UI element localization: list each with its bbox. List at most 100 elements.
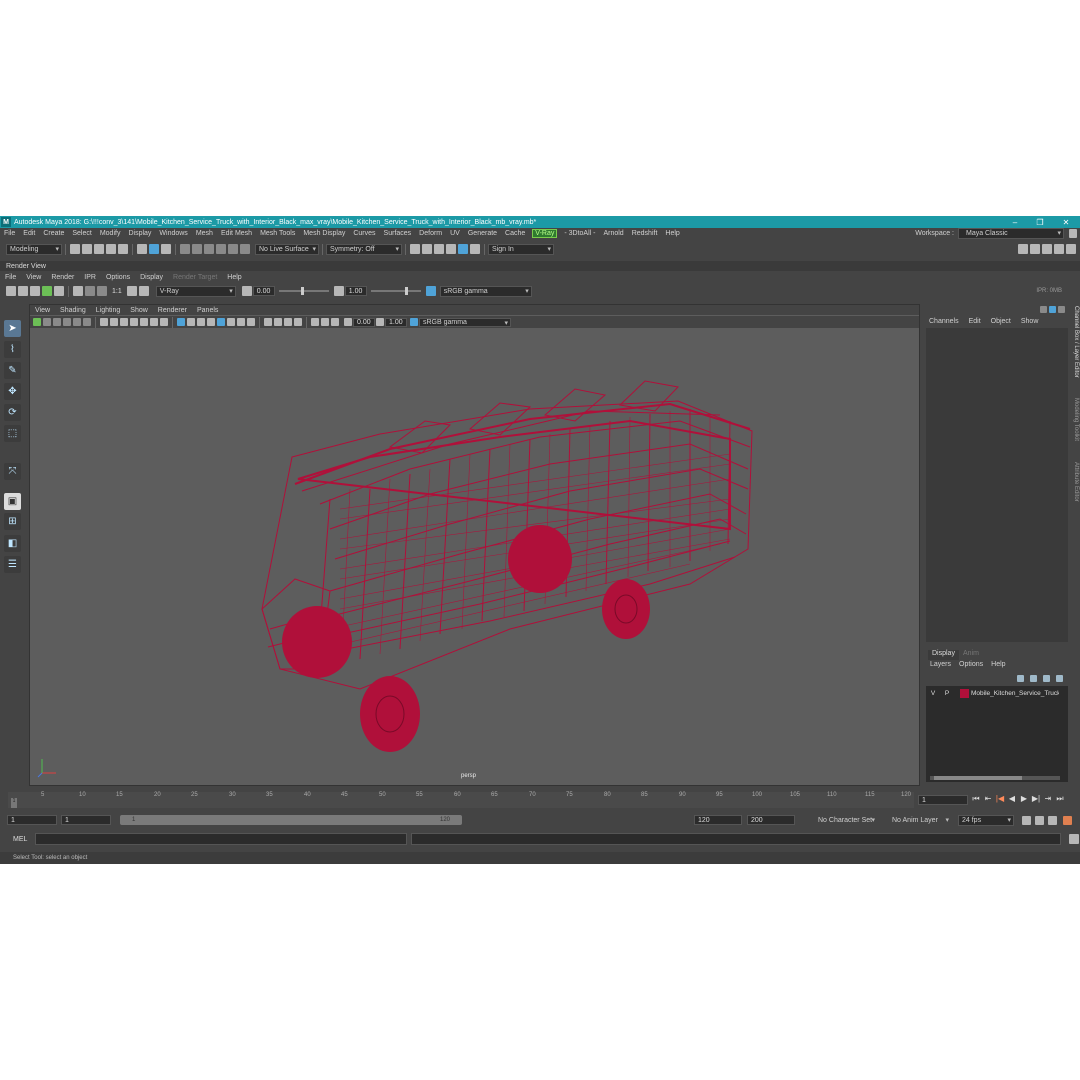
panel-menu-lighting[interactable]: Lighting xyxy=(91,307,126,314)
menu-3dtoall[interactable]: - 3DtoAll - xyxy=(560,230,599,237)
move-layer-down-icon[interactable] xyxy=(1030,675,1037,682)
slider-handle[interactable] xyxy=(404,287,408,295)
menu-uv[interactable]: UV xyxy=(446,230,464,237)
symmetry-dropdown[interactable]: Symmetry: Off xyxy=(326,243,402,255)
gate-mask-icon[interactable] xyxy=(130,318,138,326)
lasso-tool-icon[interactable]: ⌇ xyxy=(4,341,21,358)
rv-menu-ipr[interactable]: IPR xyxy=(79,274,101,281)
wireframe-on-shaded-icon[interactable] xyxy=(197,318,205,326)
save-scene-icon[interactable] xyxy=(94,244,104,254)
rv-ratio[interactable]: 1:1 xyxy=(108,288,126,295)
menu-help[interactable]: Help xyxy=(661,230,683,237)
hud-icon[interactable] xyxy=(311,318,319,326)
rv-ipr-icon[interactable] xyxy=(18,286,28,296)
play-backwards-icon[interactable]: ◀ xyxy=(1006,794,1018,804)
rv-refresh-icon[interactable] xyxy=(54,286,64,296)
rv-menu-render[interactable]: Render xyxy=(46,274,79,281)
layer-playback[interactable]: P xyxy=(940,690,954,697)
panel-menu-shading[interactable]: Shading xyxy=(55,307,91,314)
cb-icon[interactable] xyxy=(1058,306,1065,313)
snap-grid-icon[interactable] xyxy=(180,244,190,254)
move-layer-up-icon[interactable] xyxy=(1017,675,1024,682)
time-slider[interactable]: 1 5 10 15 20 25 30 35 40 45 50 55 60 65 … xyxy=(8,792,914,808)
end-time-field[interactable]: 200 xyxy=(747,815,795,825)
rv-region-icon[interactable] xyxy=(42,286,52,296)
rv-menu-view[interactable]: View xyxy=(21,274,46,281)
menu-deform[interactable]: Deform xyxy=(415,230,446,237)
rv-exposure-icon[interactable] xyxy=(241,286,252,296)
slider-handle[interactable] xyxy=(300,287,304,295)
menu-display[interactable]: Display xyxy=(124,230,155,237)
layer-menu-options[interactable]: Options xyxy=(955,661,987,671)
rv-gamma-slider[interactable] xyxy=(370,287,421,295)
safe-title-icon[interactable] xyxy=(160,318,168,326)
isolate-select-icon[interactable] xyxy=(294,318,302,326)
layer-visibility[interactable]: V xyxy=(926,690,940,697)
rv-colorspace-dropdown[interactable]: sRGB gamma xyxy=(439,285,532,297)
view-transform-icon[interactable] xyxy=(410,318,418,326)
bookmarks-icon[interactable] xyxy=(53,318,61,326)
step-back-key-icon[interactable]: ⇤ xyxy=(982,794,994,804)
snap-point-icon[interactable] xyxy=(204,244,214,254)
camera-select-icon[interactable] xyxy=(33,318,41,326)
open-scene-icon[interactable] xyxy=(82,244,92,254)
character-set-dropdown[interactable]: No Character Set xyxy=(808,815,878,826)
side-tab-attribute-editor[interactable]: Attribute Editor xyxy=(1073,462,1079,502)
menu-curves[interactable]: Curves xyxy=(349,230,379,237)
playback-start-field[interactable]: 1 xyxy=(61,815,111,825)
modeling-toolkit-icon[interactable] xyxy=(1018,244,1028,254)
playback-speed-icon[interactable] xyxy=(1063,816,1072,825)
menu-mesh[interactable]: Mesh xyxy=(192,230,217,237)
channel-box-area[interactable] xyxy=(926,328,1068,642)
render-frame-icon[interactable] xyxy=(410,244,420,254)
menu-arnold[interactable]: Arnold xyxy=(599,230,627,237)
menu-mesh-display[interactable]: Mesh Display xyxy=(299,230,349,237)
go-to-start-icon[interactable]: ⏮ xyxy=(970,794,982,804)
layer-menu-help[interactable]: Help xyxy=(987,661,1009,671)
hypershade-icon[interactable] xyxy=(446,244,456,254)
select-tool-icon[interactable]: ➤ xyxy=(4,320,21,337)
menu-edit-mesh[interactable]: Edit Mesh xyxy=(217,230,256,237)
sign-in-button[interactable]: Sign In xyxy=(488,243,554,255)
panel-gamma-field[interactable]: 1.00 xyxy=(385,317,407,327)
undo-icon[interactable] xyxy=(106,244,116,254)
mel-input[interactable] xyxy=(35,833,408,845)
go-to-end-icon[interactable]: ⏭ xyxy=(1054,794,1066,804)
perspective-viewport[interactable]: persp xyxy=(30,329,919,785)
cb-menu-edit[interactable]: Edit xyxy=(964,318,986,325)
snap-view-plane-icon[interactable] xyxy=(216,244,226,254)
aa-icon[interactable] xyxy=(321,318,329,326)
menu-surfaces[interactable]: Surfaces xyxy=(380,230,416,237)
rv-snapshot-icon[interactable] xyxy=(30,286,40,296)
field-chart-icon[interactable] xyxy=(140,318,148,326)
loop-icon[interactable] xyxy=(1022,816,1031,825)
close-icon[interactable]: ✕ xyxy=(1053,216,1079,228)
exposure-icon[interactable] xyxy=(344,318,352,326)
snap-vertex-icon[interactable] xyxy=(240,244,250,254)
new-layer-selected-icon[interactable] xyxy=(1056,675,1063,682)
rv-colorspace-icon[interactable] xyxy=(425,286,436,296)
menu-redshift[interactable]: Redshift xyxy=(628,230,662,237)
menu-cache[interactable]: Cache xyxy=(501,230,529,237)
shadows-icon[interactable] xyxy=(227,318,235,326)
rv-menu-help[interactable]: Help xyxy=(222,274,246,281)
range-slider[interactable]: 1 120 xyxy=(120,815,462,825)
menu-file[interactable]: File xyxy=(0,230,19,237)
cb-icon[interactable] xyxy=(1049,306,1056,313)
step-back-frame-icon[interactable]: |◀ xyxy=(994,794,1006,804)
panel-colorspace-dropdown[interactable]: sRGB gamma xyxy=(419,317,511,327)
menu-create[interactable]: Create xyxy=(39,230,68,237)
menu-vray[interactable]: V-Ray xyxy=(532,229,558,238)
anim-layer-dropdown[interactable]: No Anim Layer xyxy=(882,815,952,826)
film-gate-icon[interactable] xyxy=(110,318,118,326)
grease-pencil-icon[interactable] xyxy=(83,318,91,326)
new-scene-icon[interactable] xyxy=(70,244,80,254)
menu-modify[interactable]: Modify xyxy=(96,230,125,237)
step-forward-key-icon[interactable]: ⇥ xyxy=(1042,794,1054,804)
menu-edit[interactable]: Edit xyxy=(19,230,39,237)
motion-blur-icon[interactable] xyxy=(247,318,255,326)
menu-windows[interactable]: Windows xyxy=(155,230,191,237)
live-surface-field[interactable]: No Live Surface xyxy=(255,243,319,255)
current-time-marker[interactable]: 1 xyxy=(11,798,17,808)
select-hierarchy-icon[interactable] xyxy=(137,244,147,254)
